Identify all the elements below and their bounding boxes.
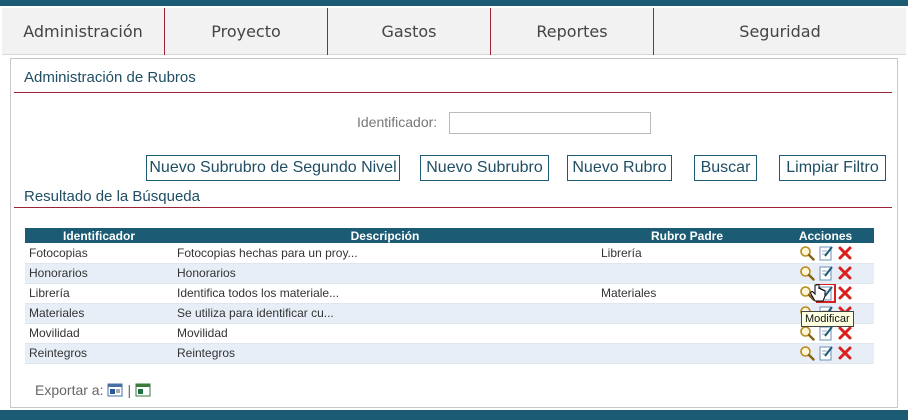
cell-descripcion: Fotocopias hechas para un proy...	[173, 243, 597, 264]
cell-rubro-padre	[597, 343, 777, 364]
excel-export-icon[interactable]	[135, 382, 151, 398]
delete-icon[interactable]	[837, 325, 853, 341]
table-row[interactable]: Honorarios Honorarios	[25, 263, 874, 284]
nuevo-rubro-button[interactable]: Nuevo Rubro	[567, 155, 672, 181]
edit-icon[interactable]	[818, 265, 834, 281]
table-row[interactable]: Movilidad Movilidad	[25, 323, 874, 344]
cell-identificador: Movilidad	[25, 323, 173, 344]
table-row[interactable]: Fotocopias Fotocopias hechas para un proy…	[25, 243, 874, 264]
export-label: Exportar a:	[35, 382, 104, 398]
magnifier-icon[interactable]	[799, 245, 815, 261]
identificador-label: Identificador:	[357, 114, 438, 130]
title-divider	[14, 92, 892, 93]
nav-gastos[interactable]: Gastos	[328, 8, 491, 55]
nav-proyecto[interactable]: Proyecto	[165, 8, 328, 55]
main-nav: Administración Proyecto Gastos Reportes …	[2, 8, 906, 55]
word-export-icon[interactable]	[107, 382, 123, 398]
cell-acciones	[777, 263, 874, 284]
header-acciones: Acciones	[777, 228, 874, 243]
header-descripcion[interactable]: Descripción	[173, 228, 597, 243]
content-panel: Administración de Rubros Identificador: …	[10, 58, 898, 408]
delete-icon[interactable]	[837, 245, 853, 261]
bottom-bar	[0, 410, 908, 420]
header-rubro-padre[interactable]: Rubro Padre	[597, 228, 777, 243]
limpiar-filtro-button[interactable]: Limpiar Filtro	[779, 155, 886, 181]
header-identificador[interactable]: Identificador	[25, 228, 173, 243]
nav-seguridad[interactable]: Seguridad	[654, 8, 906, 55]
export-bar: Exportar a: |	[35, 382, 151, 398]
cell-descripcion: Honorarios	[173, 263, 597, 284]
cell-acciones	[777, 243, 874, 264]
magnifier-icon[interactable]	[799, 345, 815, 361]
table-row[interactable]: Reintegros Reintegros	[25, 343, 874, 364]
delete-icon[interactable]	[837, 285, 853, 301]
nav-reportes[interactable]: Reportes	[491, 8, 654, 55]
cell-descripcion: Se utiliza para identificar cu...	[173, 303, 597, 324]
top-bar	[0, 0, 908, 6]
delete-icon[interactable]	[837, 265, 853, 281]
identificador-input[interactable]	[449, 112, 651, 134]
cell-rubro-padre	[597, 323, 777, 344]
magnifier-icon[interactable]	[799, 325, 815, 341]
cell-identificador: Fotocopias	[25, 243, 173, 264]
modificar-tooltip: Modificar	[801, 311, 854, 327]
cell-identificador: Reintegros	[25, 343, 173, 364]
results-table: Identificador Descripción Rubro Padre Ac…	[25, 228, 874, 364]
magnifier-icon[interactable]	[799, 265, 815, 281]
delete-icon[interactable]	[837, 345, 853, 361]
export-separator: |	[127, 382, 132, 398]
edit-icon[interactable]	[818, 245, 834, 261]
hand-cursor-icon	[810, 283, 826, 310]
edit-icon[interactable]	[818, 345, 834, 361]
nuevo-subrubro-segundo-nivel-button[interactable]: Nuevo Subrubro de Segundo Nivel	[146, 155, 400, 181]
results-title: Resultado de la Búsqueda	[24, 188, 200, 205]
cell-identificador: Librería	[25, 283, 173, 304]
cell-rubro-padre	[597, 303, 777, 324]
cell-acciones	[777, 343, 874, 364]
table-row[interactable]: Librería Identifica todos los materiale..…	[25, 283, 874, 304]
results-divider	[14, 207, 892, 208]
buscar-button[interactable]: Buscar	[694, 155, 757, 181]
nuevo-subrubro-button[interactable]: Nuevo Subrubro	[420, 155, 549, 181]
cell-identificador: Materiales	[25, 303, 173, 324]
cell-rubro-padre: Materiales	[597, 283, 777, 304]
table-header-row: Identificador Descripción Rubro Padre Ac…	[25, 228, 874, 243]
cell-descripcion: Identifica todos los materiale...	[173, 283, 597, 304]
cell-identificador: Honorarios	[25, 263, 173, 284]
page-title: Administración de Rubros	[24, 69, 196, 86]
cell-rubro-padre: Librería	[597, 243, 777, 264]
cell-rubro-padre	[597, 263, 777, 284]
nav-administracion[interactable]: Administración	[2, 8, 165, 55]
edit-icon[interactable]	[818, 325, 834, 341]
table-row[interactable]: Materiales Se utiliza para identificar cu…	[25, 303, 874, 324]
cell-descripcion: Reintegros	[173, 343, 597, 364]
cell-descripcion: Movilidad	[173, 323, 597, 344]
